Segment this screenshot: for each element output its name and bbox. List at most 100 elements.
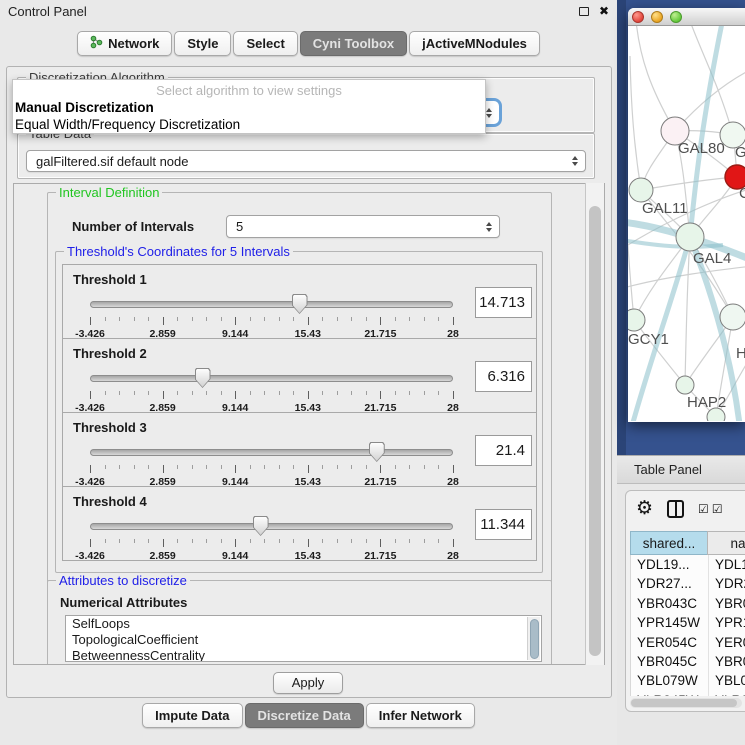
table-cell: YLR345W bbox=[631, 691, 709, 696]
tab-discretize-data[interactable]: Discretize Data bbox=[245, 703, 364, 728]
checkbox-icon[interactable]: ☑ bbox=[712, 502, 724, 516]
threshold-slider[interactable]: -3.4262.8599.14415.4321.71528 bbox=[90, 291, 453, 337]
slider-thumb[interactable] bbox=[253, 516, 269, 536]
tick-mark bbox=[380, 317, 381, 325]
tick-mark bbox=[177, 465, 178, 469]
tick-mark bbox=[264, 465, 265, 469]
table-cell: YBL079W bbox=[631, 671, 709, 690]
column-header-shared-[interactable]: shared... bbox=[630, 531, 708, 555]
network-node-gal4[interactable] bbox=[676, 223, 704, 251]
tick-mark bbox=[105, 317, 106, 321]
network-edge[interactable] bbox=[630, 56, 641, 190]
threshold-value-field[interactable]: 14.713 bbox=[475, 287, 532, 318]
slider-track[interactable] bbox=[90, 375, 453, 382]
close-traffic-light-icon[interactable] bbox=[632, 11, 644, 23]
select-columns-icons[interactable]: ☑☑ bbox=[698, 502, 724, 516]
threshold-value-field[interactable]: 21.4 bbox=[475, 435, 532, 466]
minimize-traffic-light-icon[interactable] bbox=[651, 11, 663, 23]
network-edge[interactable] bbox=[641, 177, 737, 190]
tab-jactivemnodules[interactable]: jActiveMNodules bbox=[409, 31, 540, 56]
close-icon[interactable]: ✖ bbox=[599, 4, 609, 18]
tab-network[interactable]: Network bbox=[77, 31, 172, 56]
tick-mark bbox=[279, 539, 280, 543]
tick-mark bbox=[206, 465, 207, 469]
column-header-na[interactable]: na bbox=[707, 531, 745, 555]
threshold-value-field[interactable]: 11.344 bbox=[475, 509, 532, 540]
slider-track[interactable] bbox=[90, 301, 453, 308]
float-window-icon[interactable] bbox=[579, 7, 589, 16]
tab-style[interactable]: Style bbox=[174, 31, 231, 56]
threshold-slider[interactable]: -3.4262.8599.14415.4321.71528 bbox=[90, 365, 453, 411]
table-row[interactable]: YDR27...YDR2 bbox=[631, 574, 745, 593]
tick-mark bbox=[221, 539, 222, 543]
popup-item-manual-discretization[interactable]: Manual Discretization bbox=[13, 99, 485, 116]
table-data-combobox[interactable]: galFiltered.sif default node bbox=[26, 150, 586, 172]
node-label: GCY1 bbox=[628, 331, 669, 348]
tab-infer-network[interactable]: Infer Network bbox=[366, 703, 475, 728]
num-intervals-combobox[interactable]: 5 bbox=[226, 215, 500, 238]
list-scrollbar[interactable] bbox=[527, 617, 540, 660]
network-graph-view[interactable]: GAL80GACGAL11GAL4GCY1HHAP2 bbox=[628, 26, 745, 421]
table-cell: YLR3 bbox=[709, 691, 745, 696]
popup-item-equal-width-frequency-discretization[interactable]: Equal Width/Frequency Discretization bbox=[13, 116, 485, 133]
slider-track[interactable] bbox=[90, 523, 453, 530]
table-row[interactable]: YDL19...YDL1 bbox=[631, 555, 745, 574]
tick-mark bbox=[424, 391, 425, 395]
threshold-slider[interactable]: -3.4262.8599.14415.4321.71528 bbox=[90, 439, 453, 485]
tick-mark bbox=[134, 539, 135, 543]
node-label: GAL4 bbox=[693, 250, 731, 267]
tick-label: 15.43 bbox=[295, 550, 321, 562]
table-row[interactable]: YER054CYER0 bbox=[631, 633, 745, 652]
tick-mark bbox=[192, 391, 193, 395]
list-scrollbar-thumb[interactable] bbox=[530, 619, 539, 659]
table-row[interactable]: YPR145WYPR1 bbox=[631, 613, 745, 632]
slider-thumb[interactable] bbox=[292, 294, 308, 314]
network-edge[interactable] bbox=[634, 237, 690, 320]
tick-mark bbox=[90, 391, 91, 399]
tab-impute-data[interactable]: Impute Data bbox=[142, 703, 242, 728]
network-node-gcy1[interactable] bbox=[628, 309, 645, 331]
attribute-item-betweennesscentrality[interactable]: BetweennessCentrality bbox=[66, 648, 541, 662]
network-node-gal11[interactable] bbox=[629, 178, 653, 202]
tick-mark bbox=[380, 465, 381, 473]
checkbox-icon[interactable]: ☑ bbox=[698, 502, 710, 516]
gear-icon[interactable]: ⚙ bbox=[636, 499, 653, 518]
slider-thumb[interactable] bbox=[195, 368, 211, 388]
table-row[interactable]: YBR043CYBR0 bbox=[631, 594, 745, 613]
table-row[interactable]: YBR045CYBR0 bbox=[631, 652, 745, 671]
algorithm-dropdown-popup: Select algorithm to view settings Manual… bbox=[12, 79, 486, 134]
slider-track[interactable] bbox=[90, 449, 453, 456]
attributes-group: Attributes to discretize Numerical Attri… bbox=[47, 580, 552, 665]
network-node-h[interactable] bbox=[720, 304, 745, 330]
numerical-attributes-list[interactable]: SelfLoopsTopologicalCoefficientBetweenne… bbox=[65, 615, 542, 662]
table-row[interactable]: YBL079WYBL0 bbox=[631, 671, 745, 690]
network-node[interactable] bbox=[707, 408, 725, 421]
tab-select[interactable]: Select bbox=[233, 31, 297, 56]
network-edge[interactable] bbox=[636, 26, 675, 131]
table-horizontal-scrollbar[interactable] bbox=[630, 698, 742, 708]
network-edge[interactable] bbox=[628, 218, 634, 320]
tick-mark bbox=[119, 465, 120, 469]
network-node-hap2[interactable] bbox=[676, 376, 694, 394]
table-scrollbar-thumb[interactable] bbox=[631, 699, 737, 707]
table-row[interactable]: YLR345WYLR3 bbox=[631, 691, 745, 696]
apply-button[interactable]: Apply bbox=[273, 672, 343, 694]
settings-scrollbar[interactable] bbox=[585, 183, 604, 665]
threshold-value-field[interactable]: 6.316 bbox=[475, 361, 532, 392]
split-columns-icon[interactable] bbox=[667, 500, 684, 518]
slider-thumb[interactable] bbox=[369, 442, 385, 462]
network-edge[interactable] bbox=[628, 266, 745, 288]
tick-mark bbox=[206, 391, 207, 395]
attribute-item-selfloops[interactable]: SelfLoops bbox=[66, 616, 541, 632]
settings-scrollbar-thumb[interactable] bbox=[589, 206, 601, 656]
attribute-item-topologicalcoefficient[interactable]: TopologicalCoefficient bbox=[66, 632, 541, 648]
threshold-slider[interactable]: -3.4262.8599.14415.4321.71528 bbox=[90, 513, 453, 559]
zoom-traffic-light-icon[interactable] bbox=[670, 11, 682, 23]
network-window-titlebar[interactable] bbox=[628, 8, 745, 26]
tick-mark bbox=[438, 317, 439, 321]
threshold-title: Threshold 3 bbox=[73, 420, 147, 435]
network-view-window[interactable]: GAL80GACGAL11GAL4GCY1HHAP2 bbox=[628, 8, 745, 422]
table-data-group: Table Data galFiltered.sif default node bbox=[17, 133, 595, 179]
tab-cyni-toolbox[interactable]: Cyni Toolbox bbox=[300, 31, 407, 56]
tick-label: 9.144 bbox=[222, 550, 248, 562]
